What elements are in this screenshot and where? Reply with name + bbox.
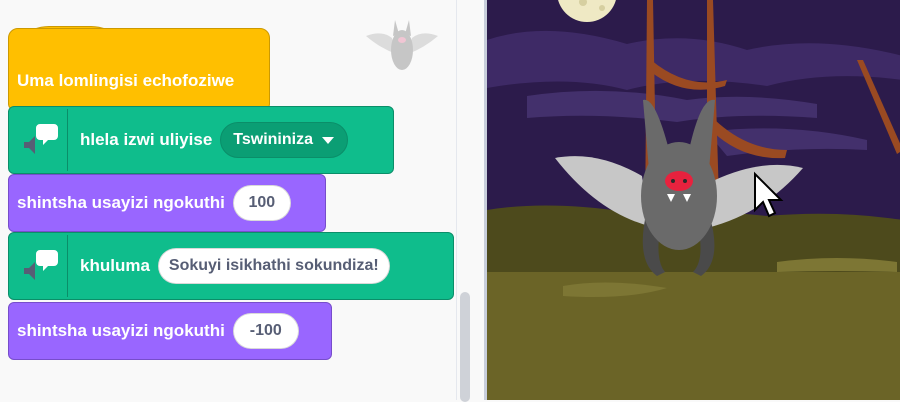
speak-text-value: Sokuyi isikhathi sokundiza! xyxy=(168,257,379,274)
speech-bubble-speaker-icon xyxy=(9,235,68,297)
speak-text-input[interactable]: Sokuyi isikhathi sokundiza! xyxy=(157,248,390,284)
when-flag-clicked-hat-block[interactable]: Uma lomlingisi echofoziwe xyxy=(8,28,270,110)
code-area[interactable]: Uma lomlingisi echofoziwe hlela izwi uli… xyxy=(0,0,456,400)
size-input-1[interactable]: 100 xyxy=(232,185,291,221)
speak-label: khuluma xyxy=(80,256,150,275)
voice-dropdown-value: Tswininiza xyxy=(233,131,313,148)
change-size-block-2[interactable]: shintsha usayizi ngokuthi -100 xyxy=(8,302,332,360)
change-size-label-1: shintsha usayizi ngokuthi xyxy=(17,193,225,212)
set-voice-block[interactable]: hlela izwi uliyise Tswininiza xyxy=(8,106,394,174)
size-input-value-2: -100 xyxy=(249,322,282,339)
speak-block[interactable]: khuluma Sokuyi isikhathi sokundiza! xyxy=(8,232,454,300)
code-area-scrollbar-thumb[interactable] xyxy=(460,292,470,402)
size-input-2[interactable]: -100 xyxy=(232,313,299,349)
voice-dropdown[interactable]: Tswininiza xyxy=(220,122,348,158)
stage[interactable] xyxy=(484,0,900,400)
set-voice-label: hlela izwi uliyise xyxy=(80,130,213,149)
sprite-thumbnail-watermark xyxy=(366,20,438,70)
change-size-label-2: shintsha usayizi ngokuthi xyxy=(17,321,225,340)
change-size-block-1[interactable]: shintsha usayizi ngokuthi 100 xyxy=(8,174,326,232)
size-input-value-1: 100 xyxy=(248,194,276,211)
chevron-down-icon xyxy=(322,136,334,144)
hat-block-label: Uma lomlingisi echofoziwe xyxy=(17,71,235,90)
speech-bubble-speaker-icon xyxy=(9,109,68,171)
stage-scene xyxy=(487,0,900,400)
